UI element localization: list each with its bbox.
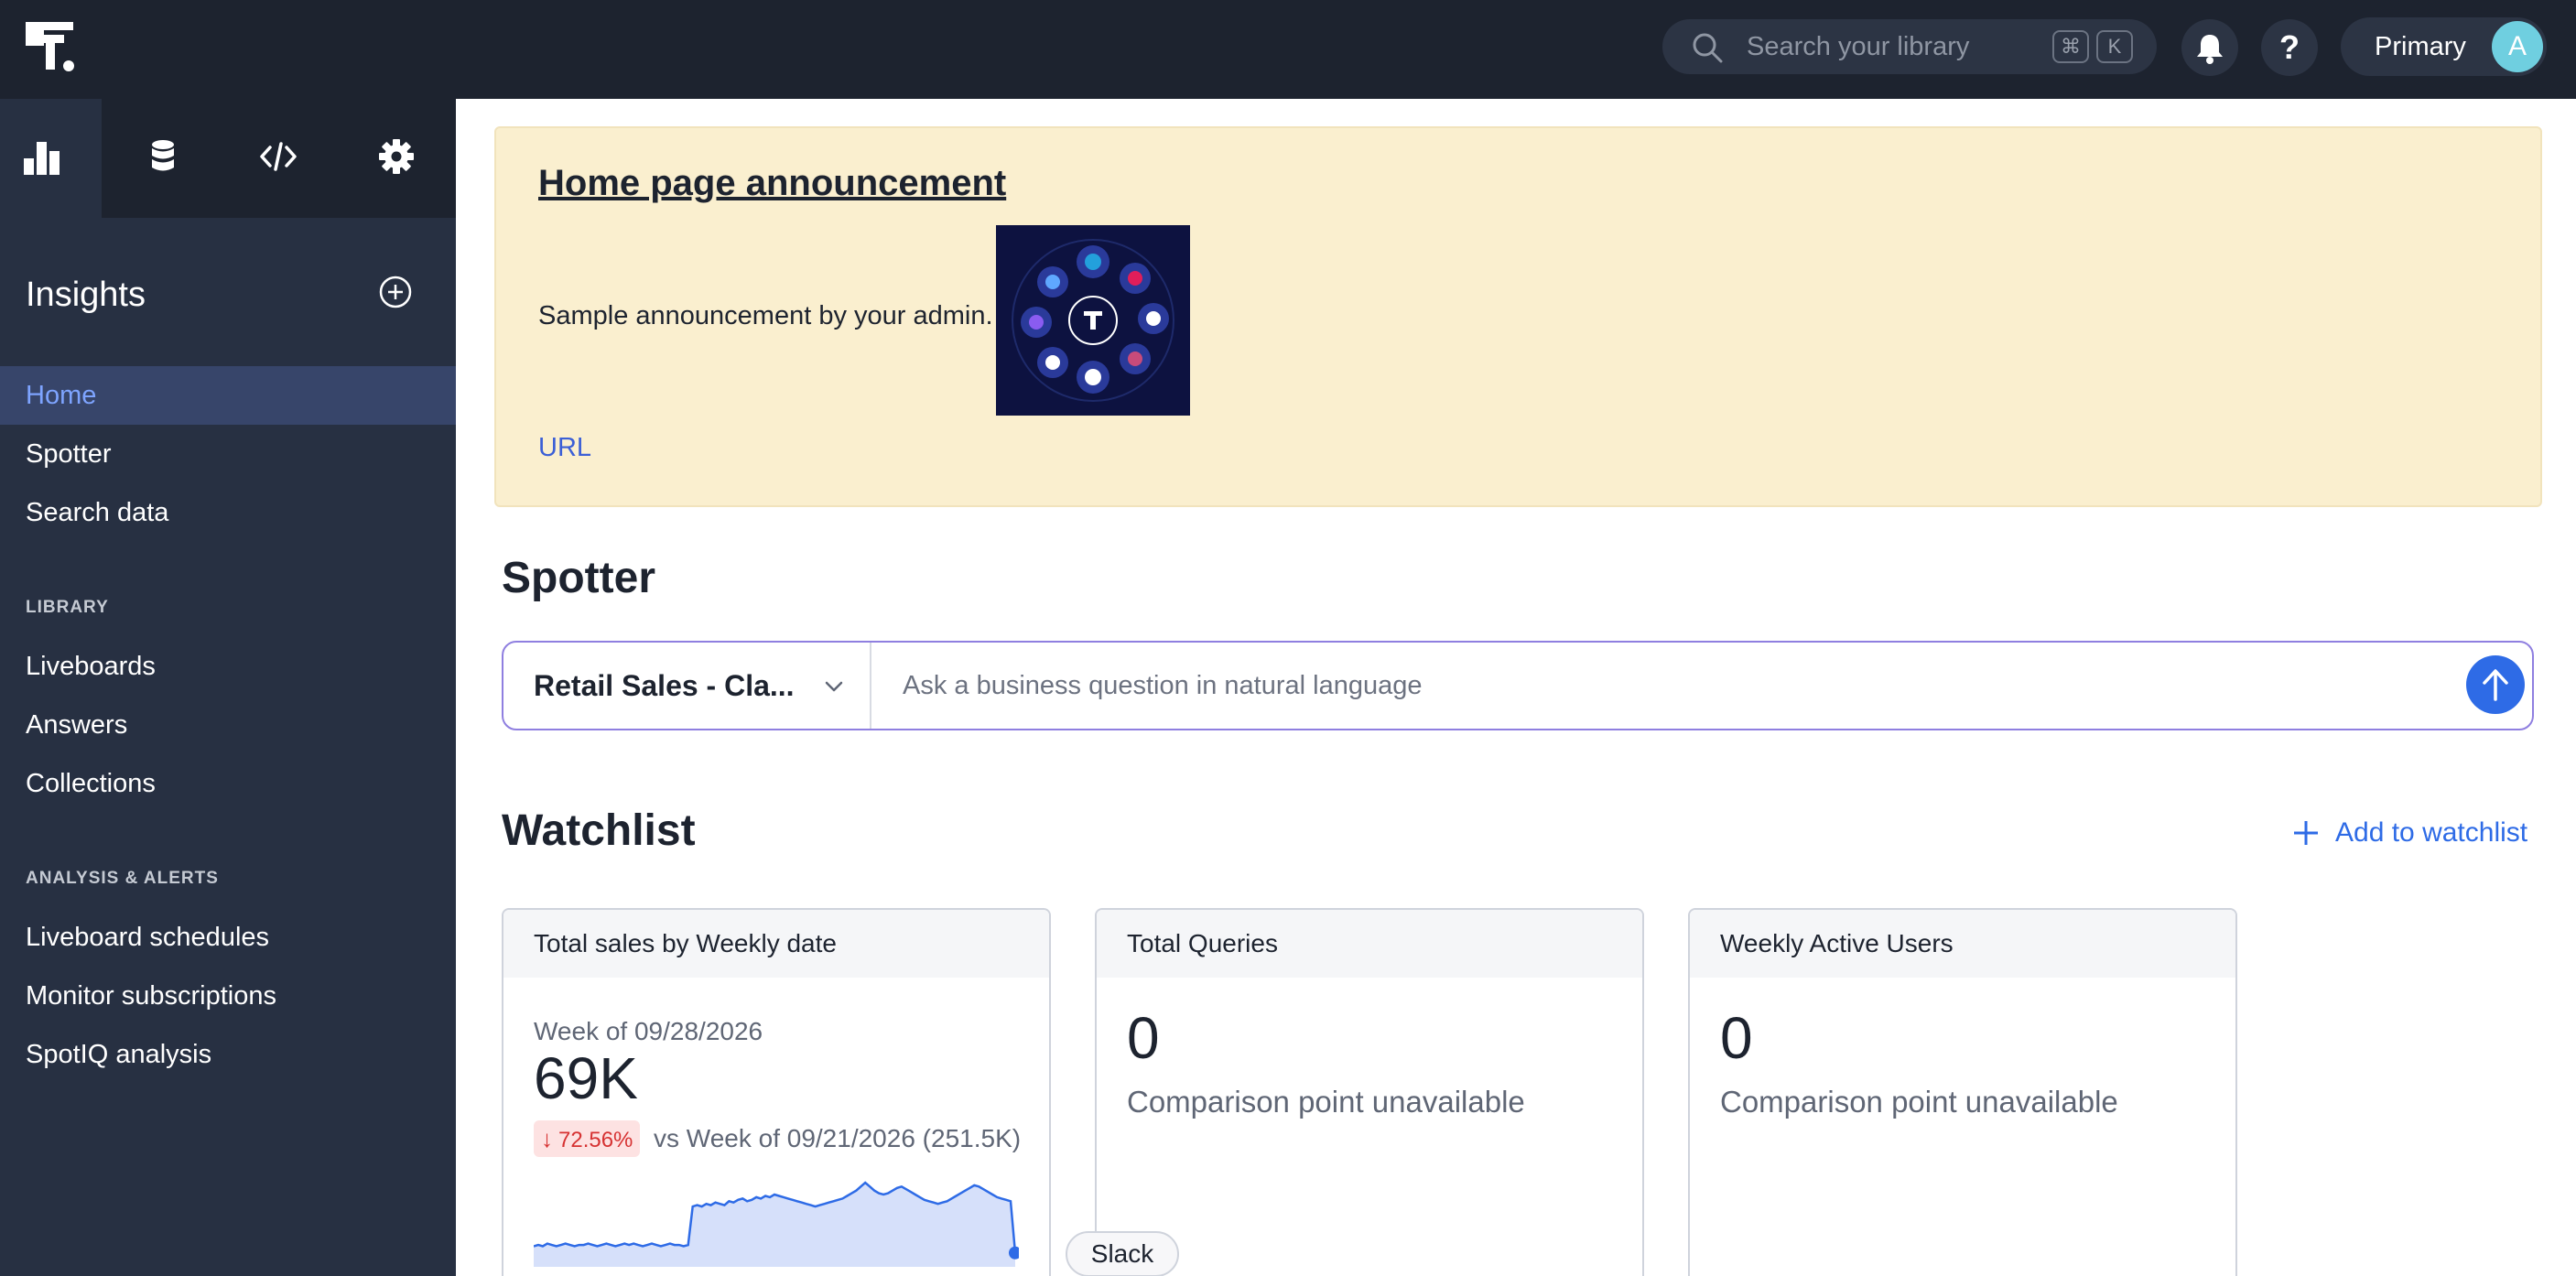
code-icon <box>260 142 297 171</box>
sidebar-item-answers[interactable]: Answers <box>0 696 456 754</box>
library-search[interactable]: Search your library ⌘ K <box>1662 19 2157 74</box>
watchlist-card-weekly-active-users[interactable]: Weekly Active Users 0 Comparison point u… <box>1688 908 2237 1276</box>
announcement-banner: Home page announcement Sample announceme… <box>494 126 2542 507</box>
section-label-analysis: ANALYSIS & ALERTS <box>26 869 219 888</box>
watchlist-card-total-queries[interactable]: Total Queries 0 Comparison point unavail… <box>1095 908 1644 1276</box>
card-comparison: Comparison point unavailable <box>1720 1085 2118 1119</box>
sidebar: Insights Home Spotter Search data LIBRAR… <box>0 99 456 1276</box>
card-period: Week of 09/28/2026 <box>534 1017 763 1045</box>
announcement-title[interactable]: Home page announcement <box>538 161 1006 205</box>
slack-chip[interactable]: Slack <box>1066 1231 1179 1276</box>
spotter-bar: Retail Sales - Cla... Ask a business que… <box>502 641 2534 730</box>
database-icon <box>152 140 174 171</box>
add-circle-icon[interactable] <box>378 275 413 309</box>
spotter-heading: Spotter <box>502 554 655 602</box>
bell-icon <box>2197 35 2223 64</box>
sidebar-item-collections[interactable]: Collections <box>0 754 456 813</box>
tab-admin[interactable] <box>362 99 463 218</box>
card-title: Total sales by Weekly date <box>534 929 837 957</box>
sidebar-nav: Insights Home Spotter Search data LIBRAR… <box>0 218 456 1276</box>
spotter-question-input[interactable]: Ask a business question in natural langu… <box>903 670 1423 701</box>
tab-data[interactable] <box>126 99 228 218</box>
sales-sparkline <box>534 1181 1019 1267</box>
card-comparison: Comparison point unavailable <box>1127 1085 1525 1119</box>
change-badge: ↓ 72.56% <box>534 1120 641 1157</box>
sidebar-item-search-data[interactable]: Search data <box>0 483 456 542</box>
top-bar: Search your library ⌘ K ? Primary A <box>0 0 2576 99</box>
sidebar-title: Insights <box>26 276 146 314</box>
card-value: 0 <box>1720 1005 1753 1071</box>
help-icon: ? <box>2279 28 2300 66</box>
org-label: Primary <box>2375 32 2466 61</box>
arrow-down-icon: ↓ <box>541 1125 553 1152</box>
announcement-link[interactable]: URL <box>538 432 591 463</box>
card-title: Weekly Active Users <box>1720 929 1954 957</box>
datasource-select[interactable]: Retail Sales - Cla... <box>503 643 871 729</box>
watchlist-heading: Watchlist <box>502 806 696 855</box>
integrations-image <box>996 225 1190 416</box>
datasource-label: Retail Sales - Cla... <box>534 669 795 702</box>
thoughtspot-logo-icon[interactable] <box>24 20 79 75</box>
chevron-down-icon <box>825 681 843 692</box>
announcement-text: Sample announcement by your admin. <box>538 301 993 330</box>
section-label-library: LIBRARY <box>26 598 109 617</box>
avatar[interactable]: A <box>2492 21 2543 72</box>
sidebar-item-spotter[interactable]: Spotter <box>0 425 456 483</box>
search-icon <box>1693 33 1723 63</box>
sidebar-item-monitor-subscriptions[interactable]: Monitor subscriptions <box>0 967 456 1025</box>
card-value: 69K <box>534 1045 638 1111</box>
gear-icon <box>379 139 414 174</box>
sidebar-item-liveboards[interactable]: Liveboards <box>0 637 456 696</box>
integrations-graphic-icon <box>1012 239 1174 402</box>
plus-icon <box>2294 821 2318 845</box>
sidebar-item-liveboard-schedules[interactable]: Liveboard schedules <box>0 908 456 967</box>
sidebar-app-tabs <box>0 99 456 218</box>
watchlist-card-total-sales[interactable]: Total sales by Weekly date Week of 09/28… <box>502 908 1051 1276</box>
tab-develop[interactable] <box>245 99 347 218</box>
card-value: 0 <box>1127 1005 1160 1071</box>
bar-chart-icon <box>24 142 60 175</box>
card-comparison: vs Week of 09/21/2026 (251.5K) <box>654 1124 1020 1152</box>
tab-insights[interactable] <box>0 99 102 218</box>
arrow-up-icon <box>2483 669 2508 701</box>
card-header: Total sales by Weekly date <box>503 910 1049 978</box>
sidebar-item-home[interactable]: Home <box>0 366 456 425</box>
card-header: Total Queries <box>1097 910 1642 978</box>
change-value: 72.56% <box>558 1128 633 1152</box>
shortcut-key-cmd: ⌘ <box>2052 30 2089 63</box>
search-placeholder: Search your library <box>1747 32 1970 61</box>
org-switcher[interactable]: Primary A <box>2341 17 2547 76</box>
card-header: Weekly Active Users <box>1690 910 2235 978</box>
send-question-button[interactable] <box>2466 655 2525 714</box>
add-to-watchlist-label: Add to watchlist <box>2335 817 2528 848</box>
help-button[interactable]: ? <box>2261 19 2318 76</box>
card-title: Total Queries <box>1127 929 1278 957</box>
shortcut-key-k: K <box>2096 30 2133 63</box>
notifications-button[interactable] <box>2181 19 2238 76</box>
sidebar-item-spotiq-analysis[interactable]: SpotIQ analysis <box>0 1025 456 1084</box>
